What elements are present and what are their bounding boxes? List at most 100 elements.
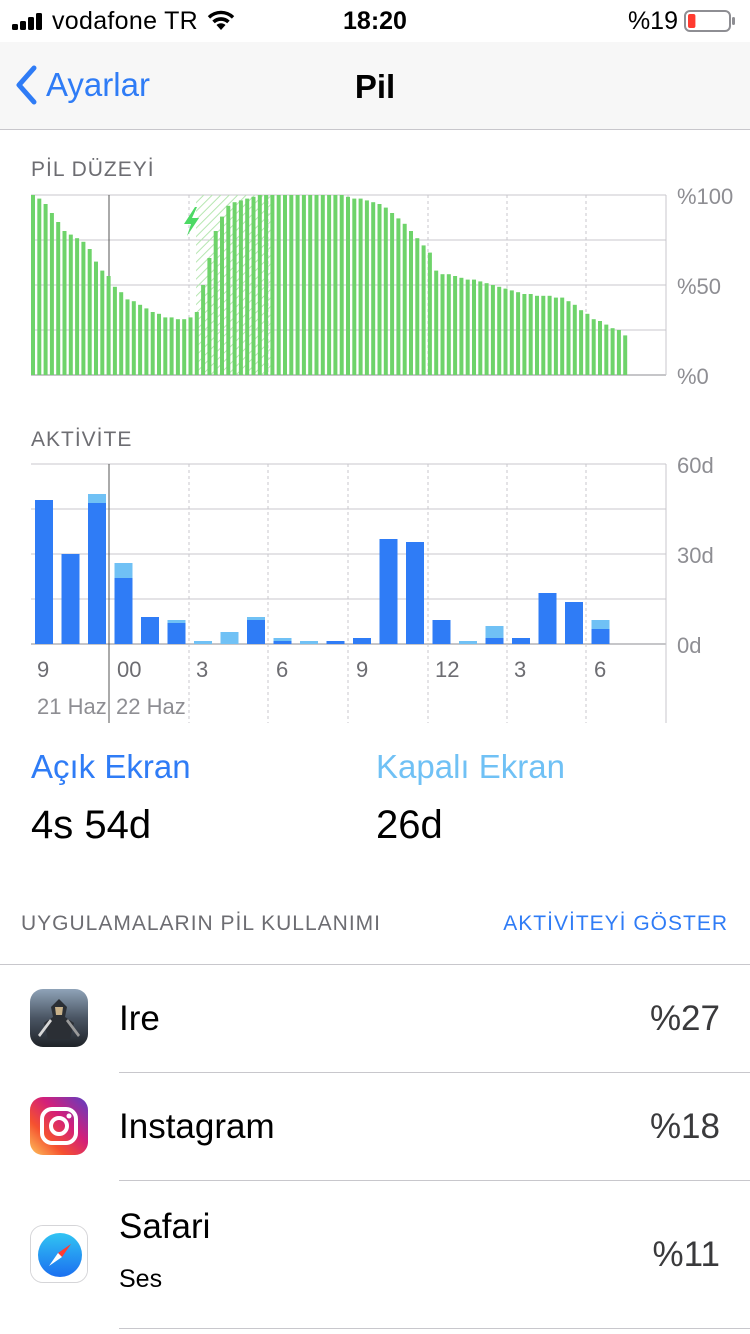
battery-bar <box>509 290 514 375</box>
battery-bar <box>100 270 105 375</box>
battery-bar <box>421 245 426 375</box>
battery-bar <box>541 295 546 375</box>
battery-bar <box>245 198 250 375</box>
date-label: 22 Haz <box>116 694 186 719</box>
battery-bar <box>157 313 161 375</box>
battery-bar <box>188 317 193 375</box>
activity-bar-on <box>273 641 292 644</box>
battery-bar <box>497 286 502 375</box>
battery-bar <box>220 216 224 375</box>
activity-bar-on <box>141 617 159 644</box>
navigation-bar: Ayarlar Pil <box>0 42 750 130</box>
battery-bar <box>144 308 149 375</box>
battery-bar <box>623 335 628 375</box>
battery-level-chart[interactable]: %100 %50 %0 <box>0 186 750 396</box>
app-percentage: %27 <box>649 999 720 1038</box>
x-tick-label: 6 <box>594 657 606 682</box>
activity-chart[interactable]: 60d 30d 0d 9 00 3 6 9 12 3 6 21 Haz 22 Haz <box>0 455 750 725</box>
battery-percentage: %19 <box>627 7 678 35</box>
app-percentage: %11 <box>652 1235 720 1274</box>
activity-bar-on <box>379 539 398 644</box>
app-row-instagram[interactable]: Instagram %18 <box>0 1073 750 1181</box>
battery-bar <box>383 207 388 375</box>
battery-bar <box>295 195 300 375</box>
battery-bar <box>535 295 539 375</box>
show-activity-button[interactable]: AKTİVİTEYİ GÖSTER <box>503 912 728 936</box>
activity-bar-on <box>538 593 557 644</box>
activity-bar-on <box>167 623 186 644</box>
app-name: Ire <box>119 999 160 1038</box>
app-row-safari[interactable]: Safari Ses %11 <box>0 1181 750 1331</box>
battery-bar <box>333 195 338 375</box>
battery-bar <box>257 195 262 375</box>
activity-bar-off <box>459 641 477 644</box>
activity-bar-off <box>220 632 239 644</box>
battery-bar <box>560 297 565 375</box>
app-name: Safari <box>119 1207 211 1246</box>
activity-bar-on <box>406 542 424 644</box>
battery-bar <box>553 297 558 375</box>
activity-bar-on <box>485 638 504 644</box>
activity-bar-off <box>114 563 133 578</box>
page-title: Pil <box>354 68 396 105</box>
battery-bar <box>182 319 187 375</box>
activity-bar-off <box>247 617 265 620</box>
y-tick-label: %50 <box>677 274 721 299</box>
battery-bar <box>175 319 180 375</box>
battery-bar <box>308 195 313 375</box>
battery-bar <box>610 328 615 375</box>
battery-bar <box>49 213 54 375</box>
battery-bar <box>352 198 357 375</box>
battery-bar <box>604 324 609 375</box>
battery-bar <box>598 321 602 375</box>
divider <box>119 1328 750 1329</box>
activity-bar-off <box>300 641 318 644</box>
battery-bar <box>516 292 521 375</box>
activity-bar-off <box>591 620 610 629</box>
battery-bar <box>346 196 350 375</box>
battery-bar <box>81 241 86 375</box>
battery-bar <box>213 231 218 375</box>
y-tick-label: 30d <box>677 543 714 568</box>
x-tick-label: 3 <box>514 657 526 682</box>
activity-bar-on <box>247 620 265 644</box>
activity-bar-off <box>167 620 186 623</box>
activity-bar-off <box>485 626 504 638</box>
activity-bar-on <box>353 638 371 644</box>
battery-bar <box>194 312 199 375</box>
battery-bar <box>56 222 61 375</box>
battery-bar <box>251 196 256 375</box>
battery-bar <box>226 205 231 375</box>
battery-bar <box>579 310 584 375</box>
app-row-ire[interactable]: Ire %27 <box>0 965 750 1073</box>
app-percentage: %18 <box>649 1107 720 1146</box>
battery-bar <box>283 195 287 375</box>
activity-bar-off <box>194 641 212 644</box>
battery-bar <box>207 258 212 375</box>
battery-bar <box>62 231 67 375</box>
battery-bar <box>396 218 401 375</box>
battery-bar <box>440 274 445 375</box>
battery-bar <box>566 301 571 375</box>
battery-bar <box>87 249 92 375</box>
battery-bar <box>37 198 42 375</box>
battery-level-title: PİL DÜZEYİ <box>31 158 155 181</box>
battery-bar <box>339 195 344 375</box>
battery-bar <box>616 330 621 375</box>
x-tick-label: 00 <box>117 657 141 682</box>
activity-bar-on <box>114 578 133 644</box>
battery-bar <box>446 274 451 375</box>
y-tick-label: %100 <box>677 186 733 209</box>
battery-bar <box>364 200 369 375</box>
battery-bar <box>490 285 495 375</box>
battery-level-svg: %100 %50 %0 <box>31 186 733 389</box>
battery-bar <box>131 301 136 375</box>
battery-bar <box>238 200 243 375</box>
battery-bar <box>377 204 382 375</box>
activity-bar-off <box>273 638 292 641</box>
battery-bar <box>453 276 458 375</box>
battery-bar <box>459 277 464 375</box>
battery-bar <box>547 295 552 375</box>
battery-bar <box>119 292 124 375</box>
battery-bar <box>358 198 363 375</box>
